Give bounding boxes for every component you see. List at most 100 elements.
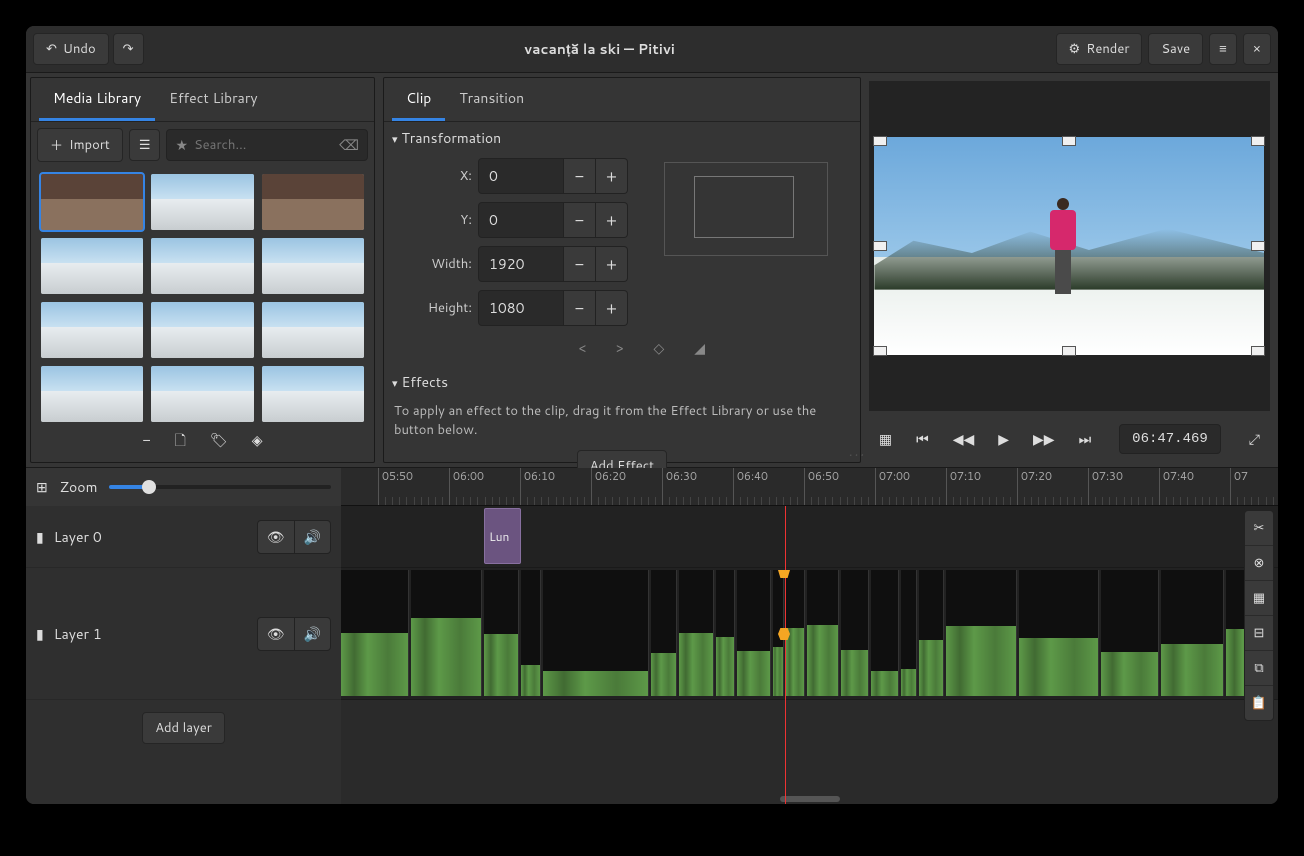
transform-handle[interactable] xyxy=(1251,241,1265,251)
prev-keyframe-button[interactable]: < xyxy=(579,338,586,358)
clip-props-icon[interactable]: 🗋 xyxy=(175,430,186,454)
layer-drag-icon[interactable]: ▮ xyxy=(36,624,44,644)
clip-segment[interactable] xyxy=(1101,570,1159,696)
clip-segment[interactable] xyxy=(341,570,409,696)
horizontal-scrollbar[interactable] xyxy=(780,796,840,802)
timecode-display[interactable]: 06:47.469 xyxy=(1119,424,1221,454)
paste-tool-button[interactable]: 📋 xyxy=(1245,686,1273,720)
clip-segment[interactable] xyxy=(716,570,735,696)
transform-handle[interactable] xyxy=(873,241,887,251)
delete-tool-button[interactable]: ⊗ xyxy=(1245,546,1273,581)
playhead[interactable] xyxy=(785,506,786,804)
clip-segment[interactable] xyxy=(919,570,944,696)
media-thumb[interactable] xyxy=(151,174,253,230)
width-decrement[interactable]: − xyxy=(564,246,596,282)
tracks-area[interactable]: Lun xyxy=(341,506,1278,804)
clip-segment[interactable] xyxy=(871,570,899,696)
clip-segment[interactable] xyxy=(737,570,771,696)
y-input[interactable] xyxy=(478,202,564,238)
insert-end-icon[interactable]: ◈ xyxy=(252,430,263,454)
play-button[interactable]: ▶ xyxy=(992,423,1015,455)
y-decrement[interactable]: − xyxy=(564,202,596,238)
layer-0-visibility-toggle[interactable]: 👁 xyxy=(258,521,295,553)
zoom-fit-icon[interactable]: ⊞ xyxy=(36,477,48,497)
layer-1-visibility-toggle[interactable]: 👁 xyxy=(258,618,295,650)
redo-button[interactable]: ↷ xyxy=(113,33,144,65)
transform-handle[interactable] xyxy=(1251,346,1265,356)
transform-handle[interactable] xyxy=(873,346,887,356)
media-thumb[interactable] xyxy=(41,174,143,230)
clip-segment[interactable] xyxy=(807,570,839,696)
tab-transition[interactable]: Transition xyxy=(445,78,538,121)
transform-handle[interactable] xyxy=(1062,136,1076,146)
transform-handle[interactable] xyxy=(1251,136,1265,146)
media-thumb[interactable] xyxy=(262,174,364,230)
list-view-toggle[interactable]: ☰ xyxy=(129,129,161,161)
transform-visualizer[interactable] xyxy=(656,154,836,264)
clip-segment[interactable] xyxy=(841,570,869,696)
grid-toggle-button[interactable]: ▦ xyxy=(873,423,898,455)
cut-tool-button[interactable]: ✂ xyxy=(1245,511,1273,546)
hamburger-menu-button[interactable]: ≡ xyxy=(1209,33,1237,65)
clip-segment[interactable] xyxy=(1161,570,1224,696)
toggle-keyframe-button[interactable]: ◇ xyxy=(653,338,664,358)
clip-segment[interactable] xyxy=(946,570,1017,696)
layer-1-audio-toggle[interactable]: 🔊 xyxy=(295,618,330,650)
clip-segment[interactable] xyxy=(411,570,482,696)
clip-segment[interactable] xyxy=(901,570,917,696)
import-button[interactable]: ＋ Import xyxy=(37,128,123,162)
media-thumb[interactable] xyxy=(41,366,143,422)
clip-layer-0[interactable]: Lun xyxy=(484,508,521,564)
height-input[interactable] xyxy=(478,290,564,326)
tab-clip[interactable]: Clip xyxy=(392,78,445,121)
tab-media-library[interactable]: Media Library xyxy=(39,78,155,121)
layer-drag-icon[interactable]: ▮ xyxy=(36,527,44,547)
x-decrement[interactable]: − xyxy=(564,158,596,194)
undo-button[interactable]: ↶ Undo xyxy=(33,33,109,65)
media-thumb[interactable] xyxy=(151,366,253,422)
goto-start-button[interactable]: ⏮ xyxy=(910,423,935,455)
time-ruler[interactable]: 05:5006:0006:1006:2006:3006:4006:5007:00… xyxy=(341,468,1278,506)
track-layer-0[interactable]: Lun xyxy=(341,506,1278,568)
detach-viewer-button[interactable]: ⤢ xyxy=(1243,423,1266,455)
layer-0-audio-toggle[interactable]: 🔊 xyxy=(295,521,330,553)
clip-segment[interactable] xyxy=(1019,570,1099,696)
reset-keyframe-button[interactable]: ◢ xyxy=(694,338,705,358)
media-thumb[interactable] xyxy=(41,302,143,358)
zoom-slider[interactable] xyxy=(109,485,331,489)
transform-handle[interactable] xyxy=(873,136,887,146)
media-thumb[interactable] xyxy=(262,238,364,294)
search-box[interactable]: ★ ⌫ xyxy=(166,129,367,161)
clip-segment[interactable] xyxy=(651,570,677,696)
media-thumb[interactable] xyxy=(262,302,364,358)
clear-search-icon[interactable]: ⌫ xyxy=(339,135,359,155)
tab-effect-library[interactable]: Effect Library xyxy=(155,78,271,121)
clip-segment[interactable] xyxy=(679,570,714,696)
close-button[interactable]: × xyxy=(1243,33,1271,65)
render-button[interactable]: ⚙ Render xyxy=(1056,33,1143,65)
x-increment[interactable]: + xyxy=(596,158,628,194)
height-increment[interactable]: + xyxy=(596,290,628,326)
zoom-slider-thumb[interactable] xyxy=(142,480,156,494)
add-layer-button[interactable]: Add layer xyxy=(142,712,225,744)
clip-segment[interactable] xyxy=(521,570,541,696)
group-tool-button[interactable]: ▦ xyxy=(1245,581,1273,616)
copy-tool-button[interactable]: ⧉ xyxy=(1245,651,1273,686)
track-layer-1[interactable] xyxy=(341,568,1278,700)
y-increment[interactable]: + xyxy=(596,202,628,238)
clip-segment[interactable] xyxy=(543,570,649,696)
save-button[interactable]: Save xyxy=(1148,33,1203,65)
goto-end-button[interactable]: ⏭ xyxy=(1073,423,1098,455)
media-thumb[interactable] xyxy=(262,366,364,422)
media-thumb[interactable] xyxy=(151,238,253,294)
x-input[interactable] xyxy=(478,158,564,194)
transformation-header[interactable]: Transformation xyxy=(384,122,860,154)
step-forward-button[interactable]: ▶▶ xyxy=(1027,423,1061,455)
layer-header-1[interactable]: ▮ Layer 1 👁 🔊 xyxy=(26,568,341,700)
transform-handle[interactable] xyxy=(1062,346,1076,356)
search-input[interactable] xyxy=(194,136,333,154)
layer-header-0[interactable]: ▮ Layer 0 👁 🔊 xyxy=(26,506,341,568)
step-back-button[interactable]: ◀◀ xyxy=(947,423,981,455)
next-keyframe-button[interactable]: > xyxy=(616,338,623,358)
width-increment[interactable]: + xyxy=(596,246,628,282)
